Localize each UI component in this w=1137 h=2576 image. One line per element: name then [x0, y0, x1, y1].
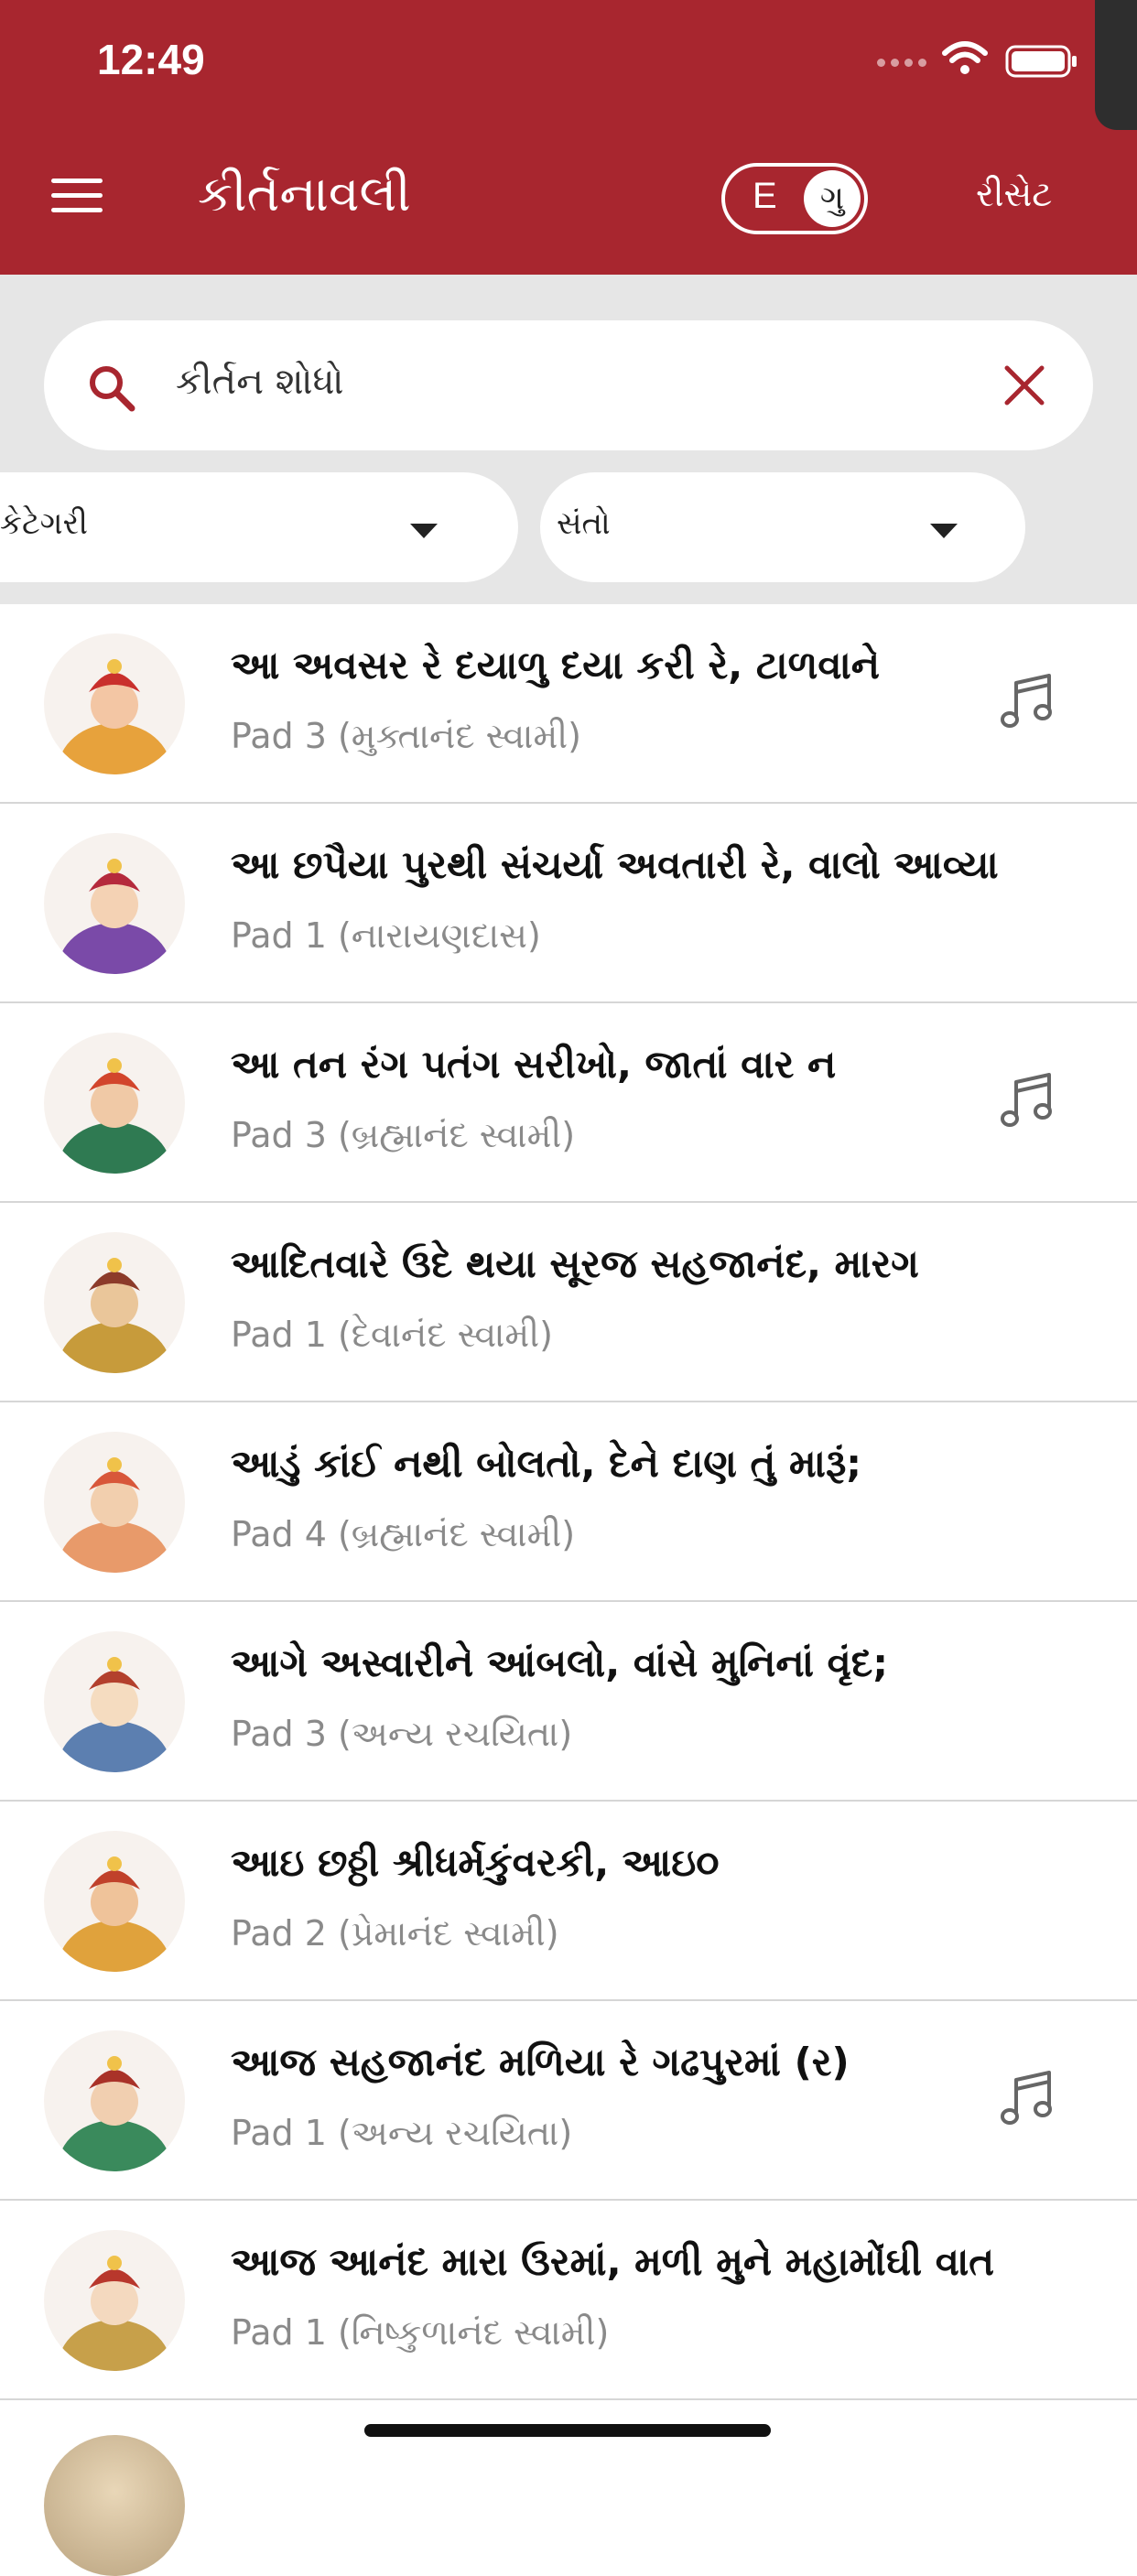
kirtan-title: આ તન રંગ પતંગ સરીખો, જાતાં વાર ન [231, 1042, 837, 1087]
category-dropdown[interactable]: કેટેગરી [0, 472, 518, 582]
avatar [44, 2030, 185, 2171]
search-input[interactable] [174, 353, 910, 410]
saints-dropdown[interactable]: સંતો [540, 472, 1025, 582]
kirtan-list-item[interactable]: આગે અસ્વારીને આંબલો, વાંસે મુનિનાં વૃંદ;… [0, 1602, 1137, 1802]
chevron-down-icon [930, 524, 958, 538]
avatar [44, 1033, 185, 1174]
category-dropdown-label: કેટેગરી [0, 505, 88, 542]
wifi-icon [942, 41, 988, 74]
saints-dropdown-label: સંતો [557, 505, 611, 542]
page-title: કીર્તનાવલી [198, 165, 411, 222]
kirtan-subtitle: Pad 1 (અન્ય રચયિતા) [231, 2113, 573, 2153]
app-header: 12:49 કીર્તનાવલી E ગુ રીસેટ [0, 0, 1137, 275]
kirtan-title: આગે અસ્વારીને આંબલો, વાંસે મુનિનાં વૃંદ; [231, 1640, 889, 1685]
avatar [44, 1831, 185, 1972]
kirtan-subtitle: Pad 3 (અન્ય રચયિતા) [231, 1714, 573, 1754]
avatar [44, 833, 185, 974]
filter-area: કેટેગરી સંતો [0, 275, 1137, 604]
music-note-icon[interactable] [996, 2067, 1058, 2129]
kirtan-subtitle: Pad 1 (નિષ્કુળાનંદ સ્વામી) [231, 2312, 610, 2353]
kirtan-list-item[interactable]: આ તન રંગ પતંગ સરીખો, જાતાં વાર ન Pad 3 (… [0, 1003, 1137, 1203]
kirtan-list-item[interactable]: આડું કાંઈ નથી બોલતો, દેને દાણ તું મારૂં;… [0, 1402, 1137, 1602]
reset-button[interactable]: રીસેટ [976, 174, 1052, 215]
kirtan-list: આ અવસર રે દયાળુ દયા કરી રે, ટાળવાને Pad … [0, 604, 1137, 2400]
avatar [44, 1631, 185, 1772]
kirtan-title: આજ આનંદ મારા ઉરમાં, મળી મુને મહામોંઘી વા… [231, 2239, 995, 2284]
kirtan-subtitle: Pad 3 (મુક્તાનંદ સ્વામી) [231, 716, 581, 756]
search-bar[interactable] [44, 320, 1093, 450]
kirtan-title: આડું કાંઈ નથી બોલતો, દેને દાણ તું મારૂં; [231, 1441, 862, 1486]
kirtan-list-item[interactable]: આ અવસર રે દયાળુ દયા કરી રે, ટાળવાને Pad … [0, 604, 1137, 804]
language-toggle[interactable]: E ગુ [721, 163, 868, 234]
hamburger-menu-icon[interactable] [51, 179, 103, 215]
language-option-english[interactable]: E [753, 176, 777, 217]
avatar [44, 633, 185, 774]
kirtan-title: આજ સહજાનંદ મળિયા રે ગઢપુરમાં (ર) [231, 2040, 850, 2084]
kirtan-subtitle: Pad 1 (નારાયણદાસ) [231, 915, 541, 956]
side-handle[interactable] [1095, 0, 1137, 130]
kirtan-title: આ અવસર રે દયાળુ દયા કરી રે, ટાળવાને [231, 643, 881, 687]
kirtan-list-item[interactable]: આઇ છઠ્ઠી શ્રીધર્મકુંવરકી, આઇ૦ Pad 2 (પ્ર… [0, 1802, 1137, 2001]
kirtan-list-item[interactable]: આદિતવારે ઉદે થયા સૂરજ સહજાનંદ, મારગ Pad … [0, 1203, 1137, 1402]
chevron-down-icon [410, 524, 438, 538]
kirtan-subtitle: Pad 3 (બ્રહ્માનંદ સ્વામી) [231, 1115, 576, 1155]
kirtan-list-item[interactable]: આજ આનંદ મારા ઉરમાં, મળી મુને મહામોંઘી વા… [0, 2201, 1137, 2400]
avatar [44, 2230, 185, 2371]
home-indicator[interactable] [364, 2424, 771, 2437]
music-note-icon[interactable] [996, 1069, 1058, 1131]
kirtan-title: આદિતવારે ઉદે થયા સૂરજ સહજાનંદ, મારગ [231, 1241, 919, 1286]
kirtan-subtitle: Pad 4 (બ્રહ્માનંદ સ્વામી) [231, 1514, 576, 1554]
status-time: 12:49 [97, 36, 205, 83]
language-option-gujarati[interactable]: ગુ [804, 170, 861, 227]
kirtan-list-item[interactable]: આ છપૈયા પુરથી સંચર્યા અવતારી રે, વાલો આવ… [0, 804, 1137, 1003]
kirtan-list-item[interactable]: આજ સહજાનંદ મળિયા રે ગઢપુરમાં (ર) Pad 1 (… [0, 2001, 1137, 2201]
battery-icon [1005, 45, 1077, 78]
kirtan-subtitle: Pad 2 (પ્રેમાનંદ સ્વામી) [231, 1913, 559, 1954]
kirtan-title: આ છપૈયા પુરથી સંચર્યા અવતારી રે, વાલો આવ… [231, 842, 999, 887]
search-icon [90, 366, 135, 412]
music-note-icon[interactable] [996, 670, 1058, 732]
kirtan-subtitle: Pad 1 (દેવાનંદ સ્વામી) [231, 1315, 553, 1355]
avatar [44, 1432, 185, 1573]
kirtan-title: આઇ છઠ્ઠી શ્રીધર્મકુંવરકી, આઇ૦ [231, 1840, 720, 1885]
avatar [44, 2435, 185, 2576]
clear-search-icon[interactable] [1002, 363, 1047, 408]
avatar [44, 1232, 185, 1373]
cellular-signal-icon [877, 59, 926, 67]
